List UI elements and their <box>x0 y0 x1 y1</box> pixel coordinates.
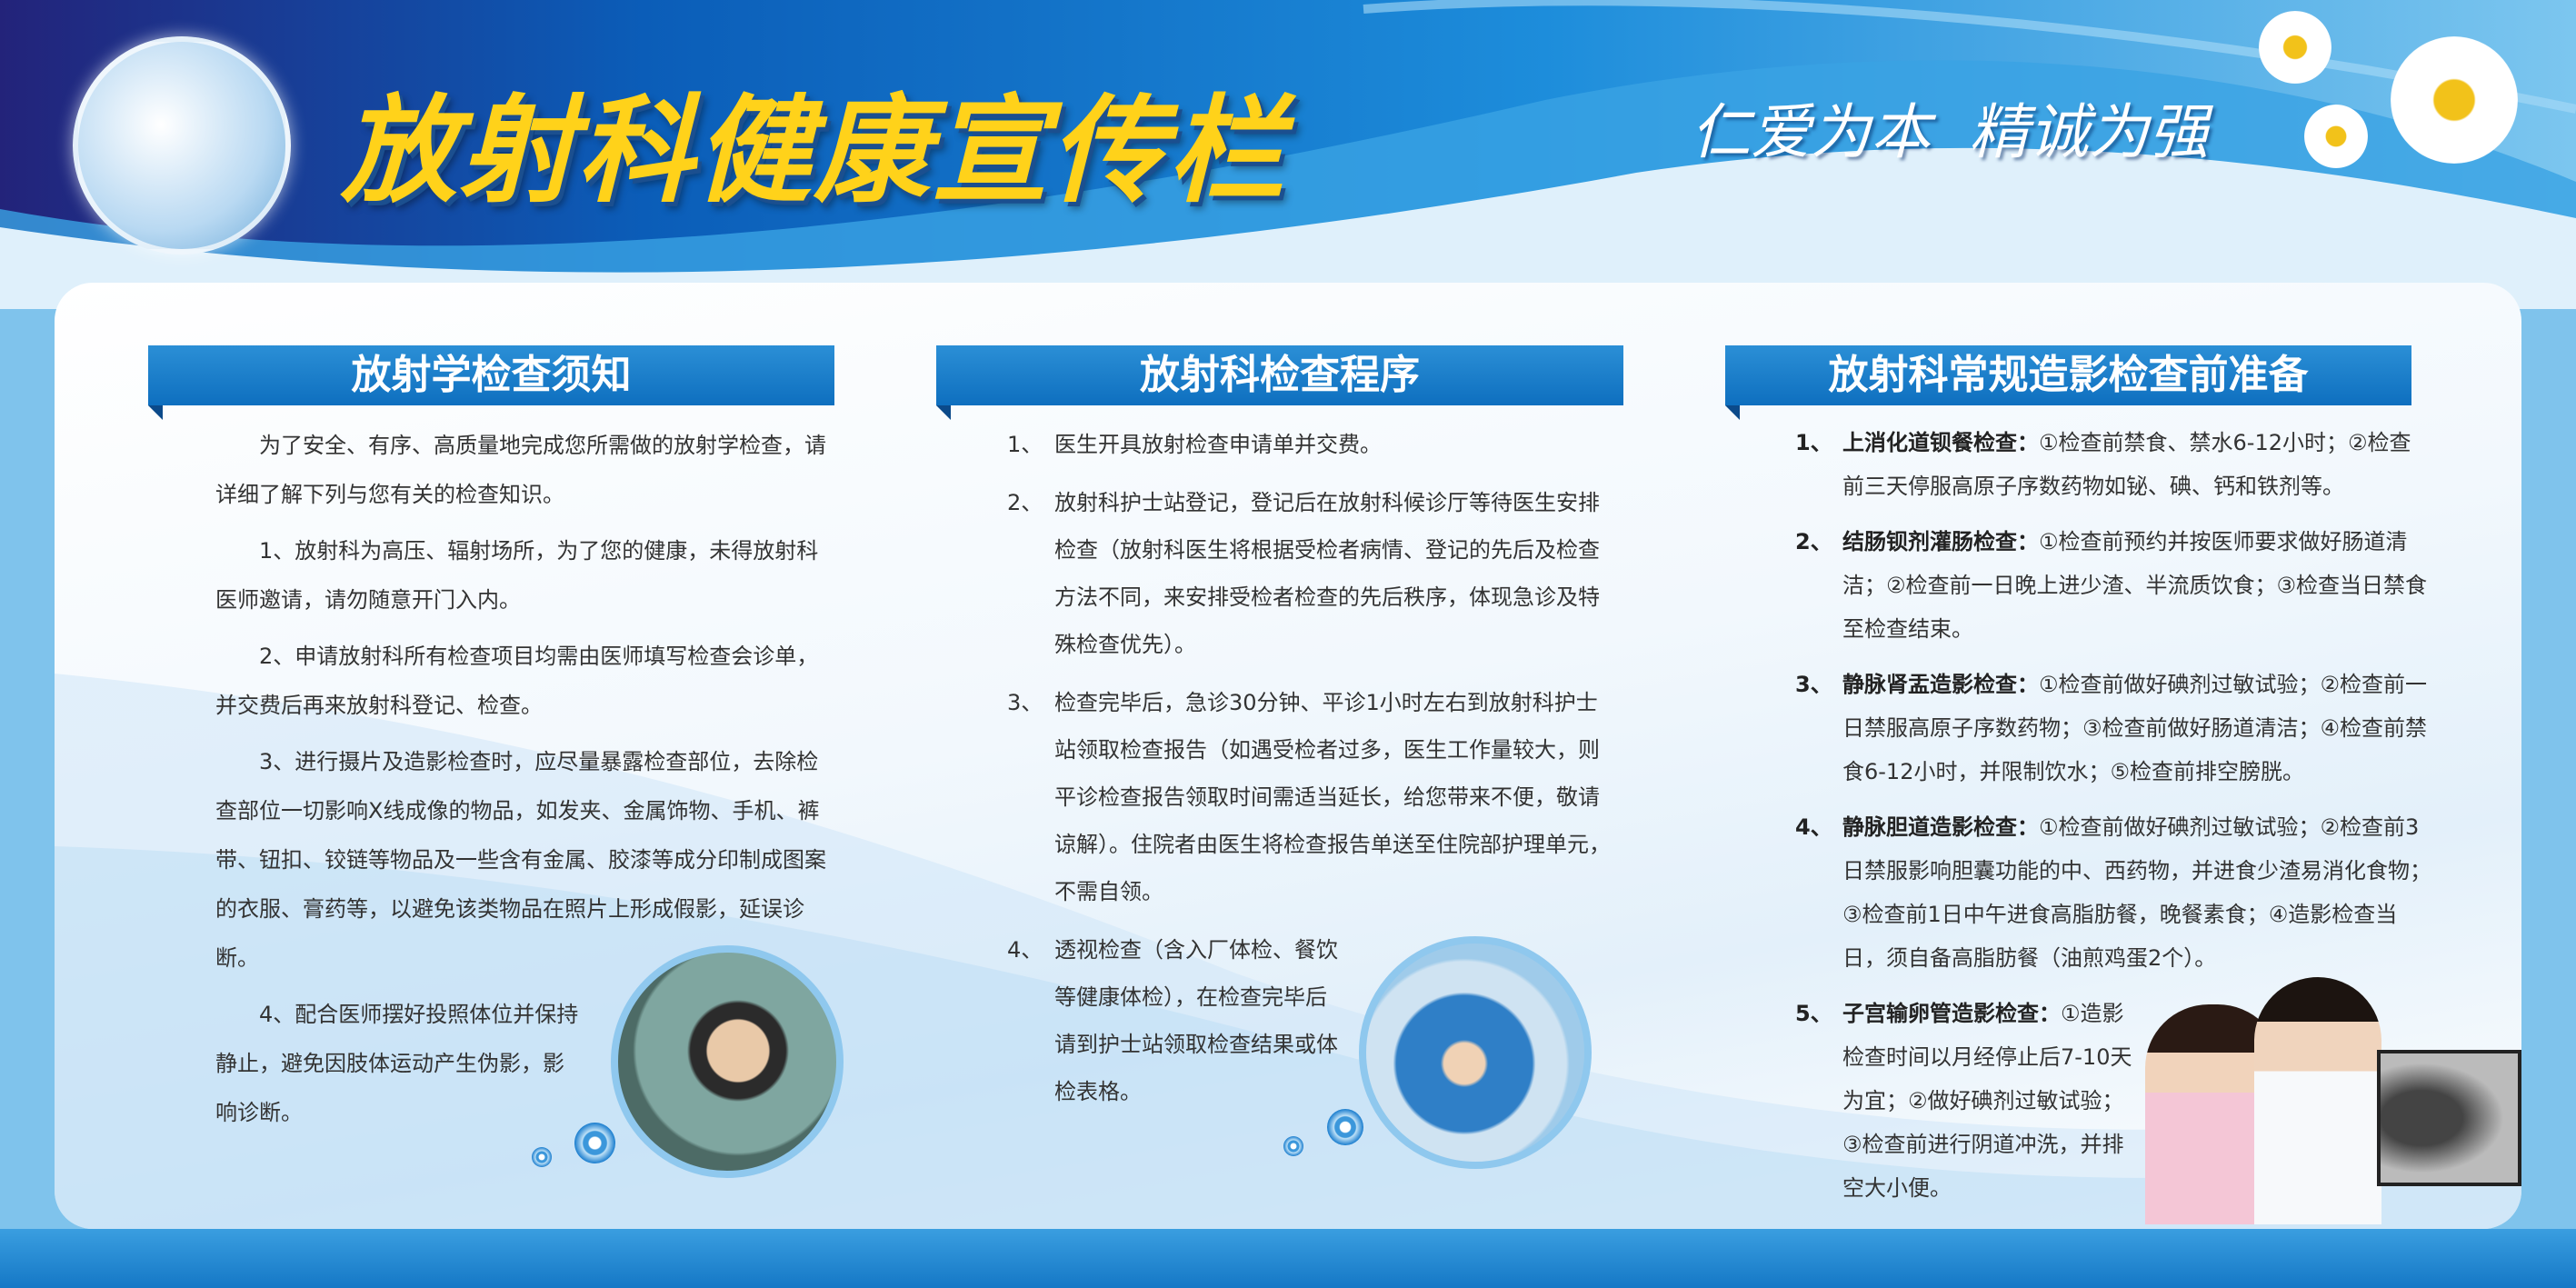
item-title: 结肠钡剂灌肠检查： <box>1842 529 2039 554</box>
daisy-flower-icon <box>2391 36 2518 164</box>
daisy-flower-icon <box>2304 105 2368 168</box>
section-header-exam-procedure: 放射科检查程序 <box>936 345 1623 420</box>
page-title: 放射科健康宣传栏 <box>341 84 1287 219</box>
prep-item: 3、 静脉肾盂造影检查：①检查前做好碘剂过敏试验；②检查前一日禁服高原子序数药物；… <box>1795 663 2431 794</box>
swirl-decoration <box>1327 1109 1363 1145</box>
footer-stripe <box>0 1229 2576 1288</box>
prep-item: 5、 子宫输卵管造影检查：①造影检查时间以月经停止后7-10天为宜；②做好碘剂过敏… <box>1795 992 2141 1210</box>
notice-paragraph: 2、申请放射科所有检查项目均需由医师填写检查会诊单，并交费后再来放射科登记、检查… <box>215 644 819 718</box>
item-number: 2、 <box>1795 529 1832 554</box>
item-number: 5、 <box>1795 1001 1832 1026</box>
doctors-bubble-image <box>73 36 291 255</box>
doctors-xray-photo <box>1359 936 1592 1169</box>
step-number: 4、 <box>1007 937 1043 963</box>
item-title: 上消化道钡餐检查： <box>1842 430 2039 455</box>
doctors-with-xray-photo <box>2145 977 2521 1224</box>
item-title: 静脉胆道造影检查： <box>1842 814 2039 840</box>
swirl-decoration <box>532 1147 552 1167</box>
swirl-decoration <box>574 1123 615 1163</box>
prep-item: 4、 静脉胆道造影检查：①检查前做好碘剂过敏试验；②检查前3日禁服影响胆囊功能的中… <box>1795 805 2431 980</box>
daisy-flower-icon <box>2259 11 2331 84</box>
item-title: 静脉肾盂造影检查： <box>1842 672 2039 697</box>
section-header-contrast-prep: 放射科常规造影检查前准备 <box>1725 345 2411 420</box>
item-number: 3、 <box>1795 672 1832 697</box>
step-text: 透视检查（含入厂体检、餐饮等健康体检），在检查完毕后请到护士站领取检查结果或体检… <box>1054 937 1338 1104</box>
step-text: 放射科护士站登记，登记后在放射科候诊厅等待医生安排检查（放射科医生将根据受检者病… <box>1054 490 1600 657</box>
procedure-step: 1、 医生开具放射检查申请单并交费。 <box>1007 421 1616 468</box>
step-number: 1、 <box>1007 432 1043 457</box>
doctor-xray-photo <box>611 945 844 1178</box>
step-text: 检查完毕后，急诊30分钟、平诊1小时左右到放射科护士站领取检查报告（如遇受检者过… <box>1054 690 1611 904</box>
item-text: ①造影检查时间以月经停止后7-10天为宜；②做好碘剂过敏试验；③检查前进行阴道冲… <box>1842 1001 2132 1201</box>
male-doctor-figure <box>2254 977 2381 1224</box>
procedure-step: 3、 检查完毕后，急诊30分钟、平诊1小时左右到放射科护士站领取检查报告（如遇受检… <box>1007 679 1616 915</box>
procedure-step: 2、 放射科护士站登记，登记后在放射科候诊厅等待医生安排检查（放射科医生将根据受检… <box>1007 479 1616 668</box>
swirl-decoration <box>1283 1136 1303 1156</box>
prep-item: 1、 上消化道钡餐检查：①检查前禁食、禁水6-12小时；②检查前三天停服高原子序数… <box>1795 421 2431 508</box>
xray-lightbox <box>2377 1050 2521 1186</box>
notice-paragraph: 4、配合医师摆好投照体位并保持静止，避免因肢体运动产生伪影，影响诊断。 <box>215 1002 579 1125</box>
prep-item: 2、 结肠钡剂灌肠检查：①检查前预约并按医师要求做好肠道清洁；②检查前一日晚上进少… <box>1795 520 2431 651</box>
step-number: 2、 <box>1007 490 1043 515</box>
item-title: 子宫输卵管造影检查： <box>1842 1001 2061 1026</box>
procedure-step: 4、 透视检查（含入厂体检、餐饮等健康体检），在检查完毕后请到护士站领取检查结果或… <box>1007 926 1343 1115</box>
section-header-exam-notice: 放射学检查须知 <box>148 345 834 420</box>
notice-paragraph: 为了安全、有序、高质量地完成您所需做的放射学检查，请详细了解下列与您有关的检查知… <box>215 433 826 507</box>
notice-paragraph: 1、放射科为高压、辐射场所，为了您的健康，未得放射科医师邀请，请勿随意开门入内。 <box>215 538 819 613</box>
slogan: 仁爱为本 精诚为强 <box>1691 97 2209 167</box>
item-number: 1、 <box>1795 430 1832 455</box>
item-number: 4、 <box>1795 814 1832 840</box>
step-number: 3、 <box>1007 690 1043 715</box>
step-text: 医生开具放射检查申请单并交费。 <box>1054 432 1382 457</box>
